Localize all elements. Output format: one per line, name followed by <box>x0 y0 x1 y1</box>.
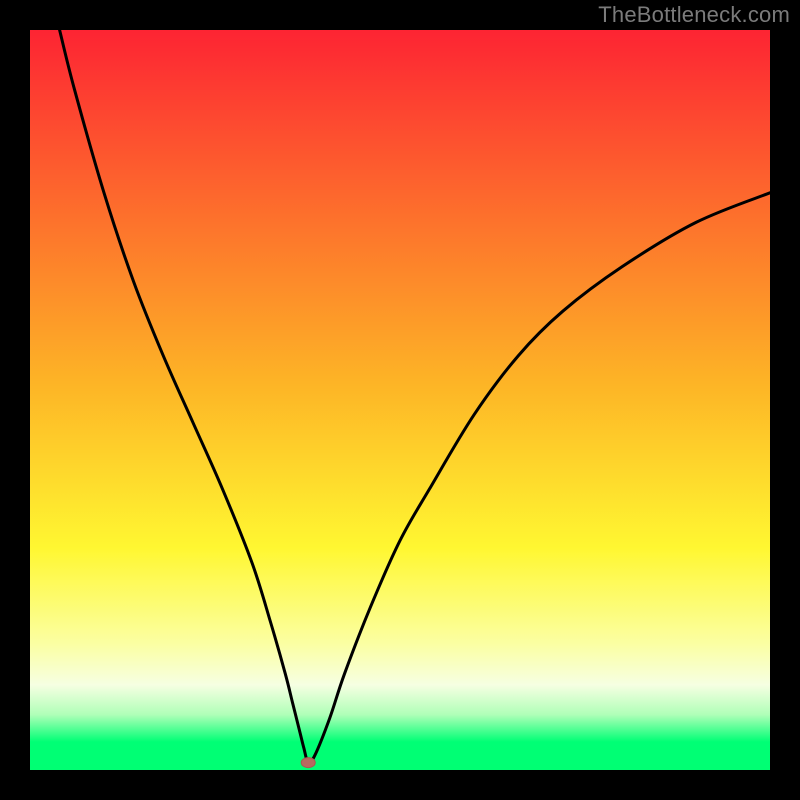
curve-minimum-dot <box>301 758 315 768</box>
chart-stage: TheBottleneck.com <box>0 0 800 800</box>
plot-area <box>30 30 770 770</box>
chart-svg <box>0 0 800 800</box>
watermark-text: TheBottleneck.com <box>598 2 790 28</box>
